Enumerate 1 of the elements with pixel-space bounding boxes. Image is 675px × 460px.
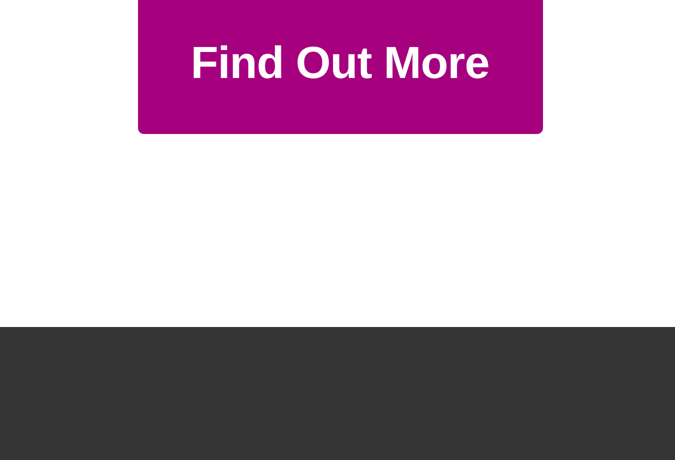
find-out-more-button[interactable]: Find Out More	[138, 0, 542, 134]
